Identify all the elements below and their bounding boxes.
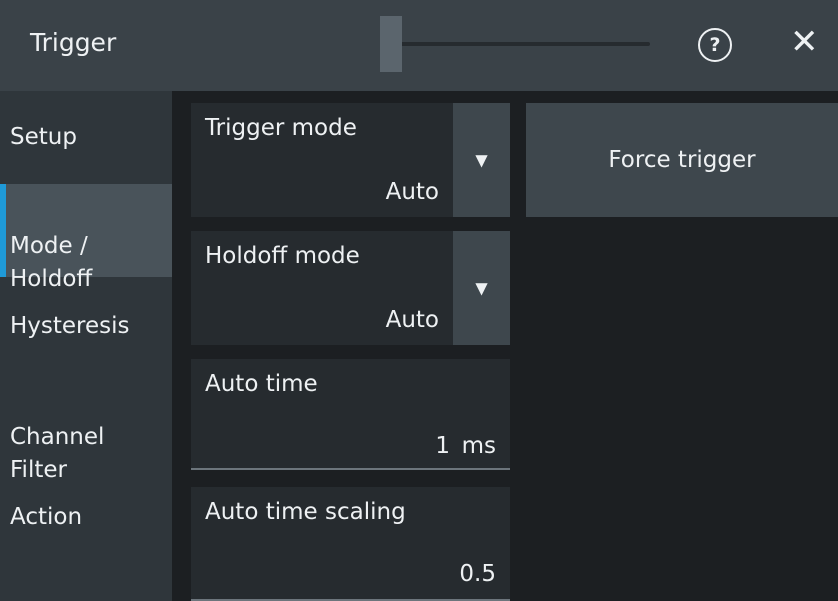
auto-time-value: 1	[435, 433, 450, 459]
close-icon[interactable]: ✕	[790, 22, 819, 62]
holdoff-mode-label: Holdoff mode	[205, 243, 360, 269]
sidebar-item-mode-holdoff[interactable]: Mode / Holdoff	[0, 184, 172, 292]
holdoff-mode-dropdown-button[interactable]: ▼	[453, 231, 510, 345]
auto-time-scaling-value: 0.5	[459, 561, 496, 587]
auto-time-unit: ms	[461, 433, 496, 459]
sidebar-item-label: Mode / Holdoff	[10, 233, 93, 292]
chevron-down-icon: ▼	[475, 278, 488, 298]
auto-time-label: Auto time	[205, 371, 318, 397]
holdoff-mode-value: Auto	[385, 307, 439, 333]
transparency-slider-handle[interactable]	[380, 16, 402, 72]
holdoff-mode-select[interactable]: Holdoff mode Auto	[191, 231, 453, 345]
sidebar-item-action[interactable]: Action	[0, 501, 172, 534]
sidebar-item-label: Channel Filter	[10, 424, 105, 483]
trigger-mode-dropdown-button[interactable]: ▼	[453, 103, 510, 217]
sidebar: Setup Mode / Holdoff Hysteresis Channel …	[0, 91, 172, 601]
sidebar-item-label: Hysteresis	[10, 313, 130, 339]
sidebar-item-channel-filter[interactable]: Channel Filter	[0, 388, 172, 487]
help-icon[interactable]: ?	[698, 28, 732, 62]
force-trigger-button[interactable]: Force trigger	[526, 103, 838, 217]
dialog-title: Trigger	[30, 28, 117, 57]
auto-time-scaling-input[interactable]: Auto time scaling 0.5	[191, 487, 510, 601]
auto-time-scaling-label: Auto time scaling	[205, 499, 406, 525]
chevron-down-icon: ▼	[475, 150, 488, 170]
trigger-mode-label: Trigger mode	[205, 115, 357, 141]
sidebar-item-hysteresis[interactable]: Hysteresis	[0, 310, 172, 343]
transparency-slider-track[interactable]	[392, 42, 650, 46]
auto-time-input[interactable]: Auto time 1 ms	[191, 359, 510, 470]
auto-time-underline	[191, 468, 510, 470]
sidebar-item-label: Setup	[10, 124, 77, 150]
title-bar: Trigger ? ✕	[0, 0, 838, 91]
sidebar-item-label: Action	[10, 504, 83, 530]
trigger-mode-value: Auto	[385, 179, 439, 205]
trigger-mode-select[interactable]: Trigger mode Auto	[191, 103, 453, 217]
sidebar-item-setup[interactable]: Setup	[0, 121, 172, 154]
